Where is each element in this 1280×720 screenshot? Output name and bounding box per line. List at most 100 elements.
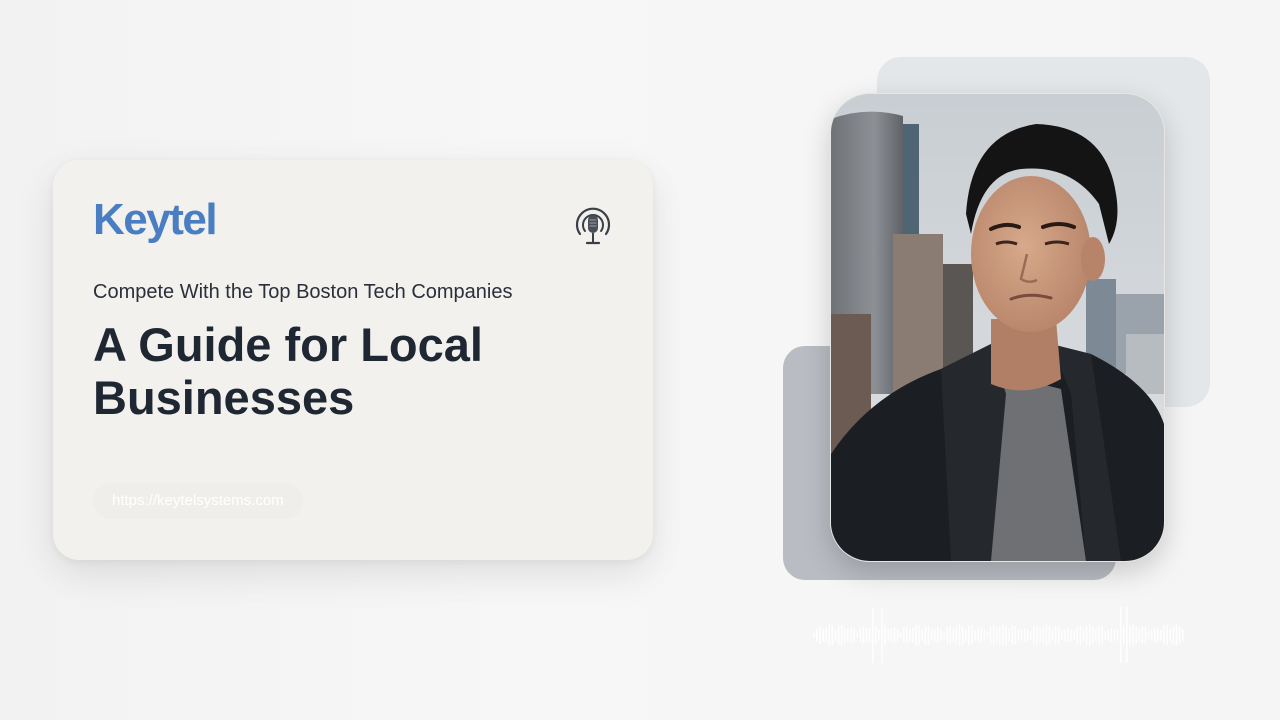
waveform-bar [937,627,939,643]
waveform-bar [884,624,886,646]
waveform-bar [1138,628,1141,642]
waveform-bar [825,627,827,643]
waveform-bar [862,626,865,644]
speaker-photo [830,93,1165,562]
waveform-bar [1098,625,1100,645]
waveform-bar [1011,625,1013,645]
waveform-bar [1119,607,1122,663]
podcast-microphone-icon [575,207,611,245]
waveform-bar [980,627,982,643]
waveform-bar [881,607,883,663]
waveform-bar [1157,628,1159,642]
waveform-bar [1092,626,1094,644]
waveform-bar [1030,630,1032,640]
waveform-bar [955,626,958,644]
waveform-bar [837,625,840,645]
waveform-bar [1147,630,1150,640]
waveform-bar [1135,626,1137,644]
waveform-bar [868,627,871,643]
waveform-bar [902,627,905,643]
waveform-bar [992,625,995,645]
waveform-bar [961,625,964,645]
waveform-bar [840,624,843,646]
waveform-bar [1051,628,1054,642]
waveform-bar [1061,629,1063,641]
waveform-bar [1036,625,1038,645]
waveform-bar [1169,628,1172,642]
waveform-bar [1023,627,1026,643]
waveform-bar [1160,629,1162,641]
waveform-bar [1126,607,1128,663]
waveform-bar [946,626,948,644]
waveform-bar [1017,629,1020,641]
waveform-bar [1008,628,1010,642]
waveform-bar [890,628,893,642]
waveform-bar [1042,626,1044,644]
waveform-bar [949,625,951,645]
waveform-bar [933,628,936,642]
website-url[interactable]: https://keytelsystems.com [93,483,303,519]
waveform-bar [850,626,852,644]
waveform-bar [1116,629,1119,641]
waveform-bar [871,607,874,663]
waveform-bar [1163,625,1165,645]
waveform-bar [952,628,955,642]
title-card: Keytel Compete With the Top Boston Tech … [53,160,653,560]
waveform-bar [847,628,849,642]
waveform-bar [816,628,818,642]
waveform-bar [1107,629,1110,641]
waveform-bar [1002,624,1004,646]
waveform-bar [1048,625,1051,645]
card-subtitle: Compete With the Top Boston Tech Compani… [93,281,513,303]
waveform-bar [831,625,834,645]
waveform-bar [1045,624,1048,646]
waveform-bar [1101,626,1103,644]
waveform-bar [918,625,920,645]
waveform-bar [983,629,986,641]
speaker-photo-illustration [831,94,1164,561]
waveform-bar [1113,628,1116,642]
waveform-bar [1172,625,1175,645]
waveform-bar [1073,630,1075,640]
waveform-bar [921,628,924,642]
waveform-bar [896,629,899,641]
waveform-bar [1150,629,1153,641]
waveform-bar [940,629,942,641]
waveform-bar [819,626,821,644]
waveform-bar [995,628,998,642]
waveform-bar [1154,627,1156,643]
waveform-bar [822,628,824,642]
waveform-bar [1175,624,1178,646]
waveform-bar [1082,628,1085,642]
waveform-bar [1070,628,1072,642]
waveform-bar [1039,628,1041,642]
waveform-bar [1095,628,1097,642]
waveform-bar [971,625,973,645]
waveform-bar [930,628,933,642]
waveform-bar [958,624,961,646]
waveform-bar [1088,624,1091,646]
waveform-bar [912,626,914,644]
waveform-bar [1076,625,1079,645]
waveform-bar [813,633,815,637]
waveform-bar [1064,629,1066,641]
waveform-bar [1054,625,1057,645]
waveform-bar [856,632,858,638]
waveform-bar [999,626,1001,644]
waveform-bar [1141,625,1144,645]
waveform-bar [1085,625,1088,645]
waveform-bar [1026,629,1029,641]
waveform-bar [859,627,862,643]
waveform-bar [927,625,930,645]
waveform-bar [853,628,855,642]
waveform-bar [1123,625,1125,645]
waveform-bar [974,629,976,641]
waveform-bar [1129,625,1131,645]
waveform-bar [1144,626,1147,644]
waveform-bar [924,625,927,645]
waveform-bar [986,631,989,639]
waveform-bar [1132,624,1134,646]
audio-waveform [813,607,1184,663]
video-frame: Keytel Compete With the Top Boston Tech … [0,0,1280,720]
waveform-bar [915,624,917,646]
